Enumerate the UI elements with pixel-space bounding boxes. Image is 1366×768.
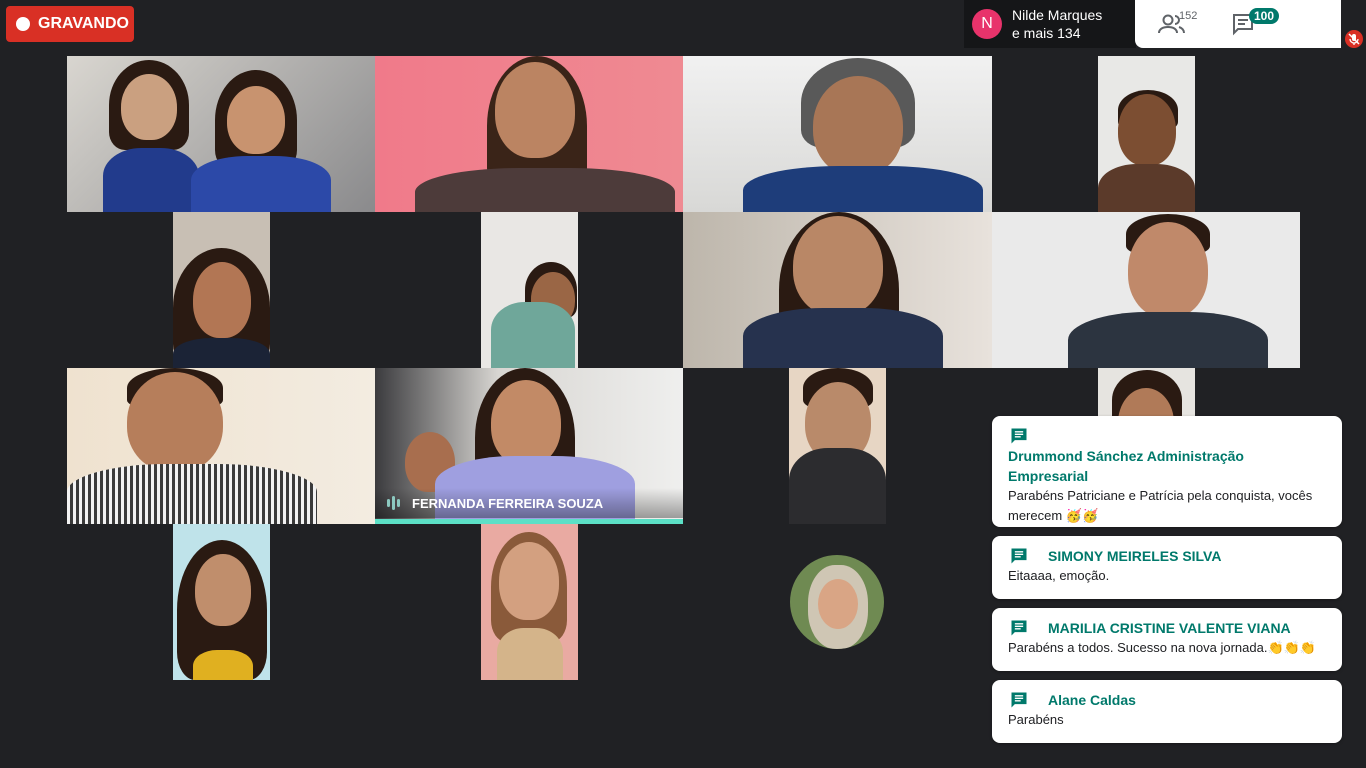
chat-message: Parabéns [1008,712,1064,727]
chat-sender: SIMONY MEIRELES SILVA [1048,548,1222,564]
top-controls: 152 100 [1135,0,1341,48]
avatar: N [972,9,1002,39]
recording-badge: GRAVANDO [6,6,134,42]
participant-tile[interactable]: FERNANDA FERREIRA SOUZA [375,368,683,524]
chat-message: Eitaaaa, emoção. [1008,568,1110,583]
participant-tile[interactable] [67,56,375,212]
chat-sender: Drummond Sánchez Administração Empresari… [1008,448,1244,484]
chat-notification[interactable]: MARILIA CRISTINE VALENTE VIANA Parabéns … [992,608,1342,671]
record-dot-icon [16,17,30,31]
people-count: 152 [1179,10,1198,22]
message-icon [1011,620,1027,636]
message-icon [1011,428,1027,444]
participant-avatar[interactable] [790,555,884,649]
chat-badge: 100 [1249,8,1280,24]
participant-tile[interactable] [375,56,683,212]
chat-sender: MARILIA CRISTINE VALENTE VIANA [1048,620,1291,636]
chat-sender: Alane Caldas [1048,692,1136,708]
recording-label: GRAVANDO [38,15,129,32]
participant-tile[interactable] [173,212,270,368]
chat-message: Parabéns a todos. Sucesso na nova jornad… [1008,640,1317,655]
participant-tile[interactable] [1098,56,1195,212]
participant-tile[interactable] [683,212,992,368]
message-icon [1011,692,1027,708]
participant-tile[interactable] [683,56,992,212]
message-icon [1011,548,1027,564]
participant-tile[interactable] [992,212,1300,368]
chat-notification[interactable]: SIMONY MEIRELES SILVA Eitaaaa, emoção. [992,536,1342,599]
presenter-info[interactable]: N Nilde Marques e mais 134 [964,0,1136,48]
mic-off-icon [1345,30,1363,48]
tile-name-label: FERNANDA FERREIRA SOUZA [375,488,683,518]
participant-tile[interactable] [173,524,270,680]
chat-notification[interactable]: Alane Caldas Parabéns [992,680,1342,743]
participant-tile[interactable] [789,368,886,524]
presenter-name: Nilde Marques [1012,7,1103,23]
participant-name: FERNANDA FERREIRA SOUZA [412,495,604,511]
participant-tile[interactable] [481,212,578,368]
presenter-others: e mais 134 [1012,25,1081,41]
participant-tile[interactable] [67,368,375,524]
chat-notification[interactable]: Drummond Sánchez Administração Empresari… [992,416,1342,527]
speaking-icon [387,496,400,510]
participant-tile[interactable] [481,524,578,680]
chat-message: Parabéns Patriciane e Patrícia pela conq… [1008,488,1313,523]
